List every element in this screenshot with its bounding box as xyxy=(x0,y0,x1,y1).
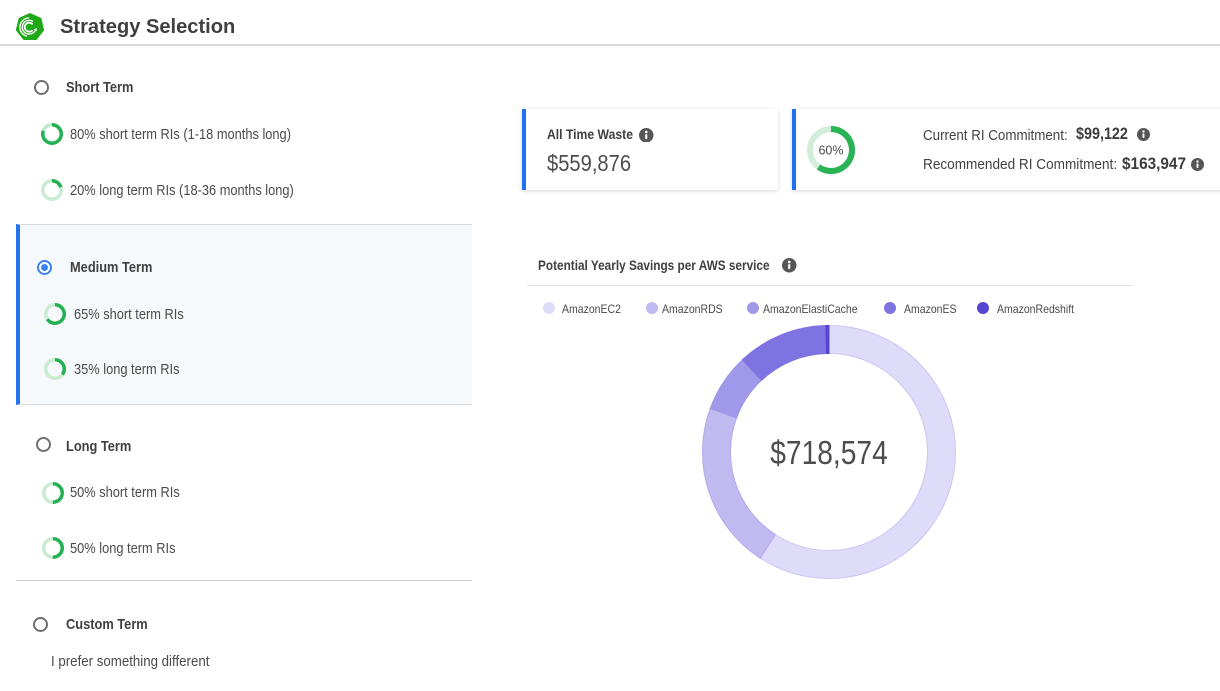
svg-text:$718,574: $718,574 xyxy=(770,434,887,472)
